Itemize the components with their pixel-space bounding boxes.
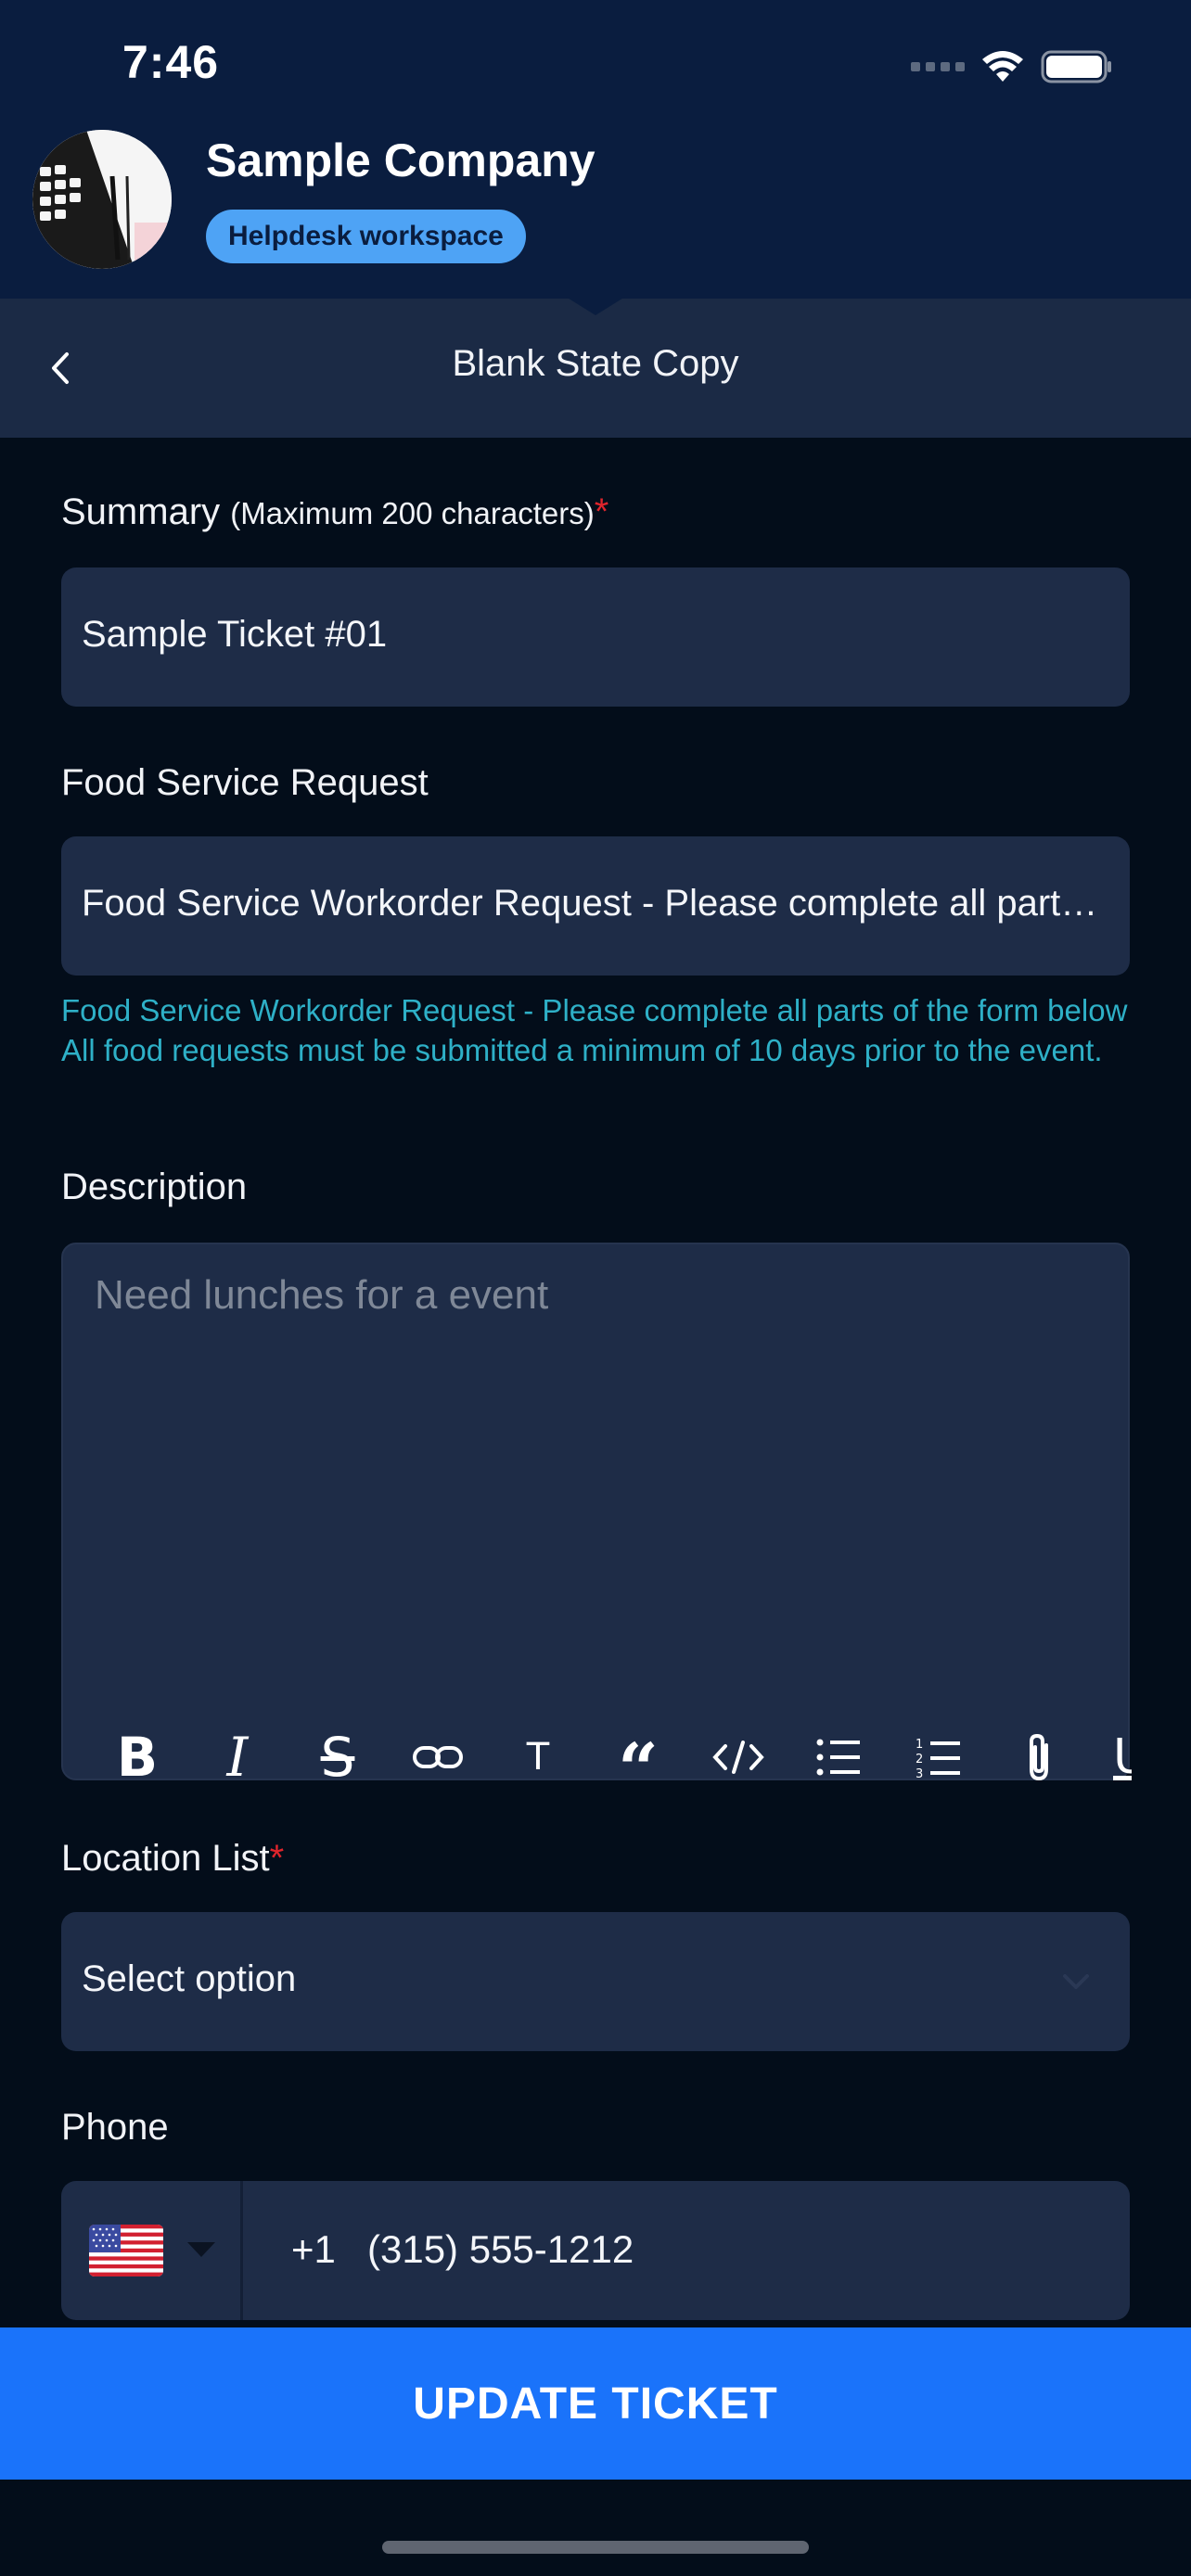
underline-icon[interactable]: U	[1089, 1715, 1132, 1799]
country-code: +1	[291, 2227, 336, 2271]
page-title: Blank State Copy	[452, 343, 739, 384]
formatting-toolbar: B I S T “ 1 2 3 U	[87, 1715, 1132, 1799]
summary-input[interactable]: Sample Ticket #01	[61, 567, 1130, 707]
required-mark: *	[594, 491, 609, 532]
location-label: Location List*	[61, 1838, 284, 1880]
attachment-icon[interactable]	[989, 1715, 1089, 1799]
battery-icon	[1041, 50, 1111, 83]
header-pointer	[566, 297, 625, 315]
svg-text:2: 2	[916, 1753, 923, 1766]
cellular-signal-icon	[911, 62, 965, 71]
phone-field[interactable]: +1 (315) 555-1212	[61, 2181, 1130, 2320]
text-format-icon[interactable]: T	[488, 1715, 588, 1799]
location-select[interactable]: Select option	[61, 1912, 1130, 2051]
us-flag-icon	[89, 2225, 163, 2276]
strikethrough-icon[interactable]: S	[288, 1715, 388, 1799]
home-indicator	[382, 2541, 809, 2554]
bulleted-list-icon[interactable]	[788, 1715, 889, 1799]
company-name: Sample Company	[206, 134, 596, 186]
country-selector[interactable]	[61, 2181, 243, 2320]
food-service-label: Food Service Request	[61, 762, 429, 803]
caret-down-icon	[187, 2242, 215, 2257]
workspace-badge[interactable]: Helpdesk workspace	[206, 210, 526, 263]
required-mark: *	[269, 1838, 285, 1879]
summary-hint: (Maximum 200 characters)	[230, 496, 595, 530]
location-value: Select option	[82, 1958, 297, 1999]
summary-label-text: Summary	[61, 491, 221, 532]
food-service-helper: Food Service Workorder Request - Please …	[61, 993, 1128, 1067]
code-icon[interactable]	[688, 1715, 788, 1799]
nav-bar: Blank State Copy	[0, 299, 1191, 438]
update-ticket-button[interactable]: UPDATE TICKET	[0, 2327, 1191, 2480]
description-editor[interactable]: Need lunches for a event B I S T “ 1 2 3…	[61, 1243, 1132, 1799]
wifi-icon	[982, 51, 1023, 82]
summary-value: Sample Ticket #01	[82, 614, 388, 655]
numbered-list-icon[interactable]: 1 2 3	[889, 1715, 989, 1799]
description-placeholder: Need lunches for a event	[95, 1272, 549, 1318]
food-service-select[interactable]: Food Service Workorder Request - Please …	[61, 836, 1130, 976]
italic-icon[interactable]: I	[187, 1715, 288, 1799]
svg-text:1: 1	[916, 1738, 923, 1752]
quote-icon[interactable]: “	[588, 1715, 688, 1800]
svg-text:3: 3	[916, 1767, 923, 1779]
link-icon[interactable]	[388, 1715, 488, 1799]
company-avatar[interactable]	[32, 130, 172, 269]
description-label: Description	[61, 1167, 248, 1207]
status-time: 7:46	[122, 36, 220, 88]
chevron-down-icon	[1063, 1974, 1089, 1989]
food-service-value: Food Service Workorder Request - Please …	[82, 883, 1098, 924]
phone-number-input[interactable]: (315) 555-1212	[367, 2227, 634, 2272]
phone-label: Phone	[61, 2107, 169, 2148]
bold-icon[interactable]: B	[87, 1715, 187, 1799]
app-header: 7:46 Sample Company Helpdesk workspace	[0, 0, 1191, 299]
location-label-text: Location List	[61, 1838, 270, 1879]
summary-label: Summary (Maximum 200 characters)*	[61, 491, 608, 533]
status-icons	[911, 46, 1113, 87]
